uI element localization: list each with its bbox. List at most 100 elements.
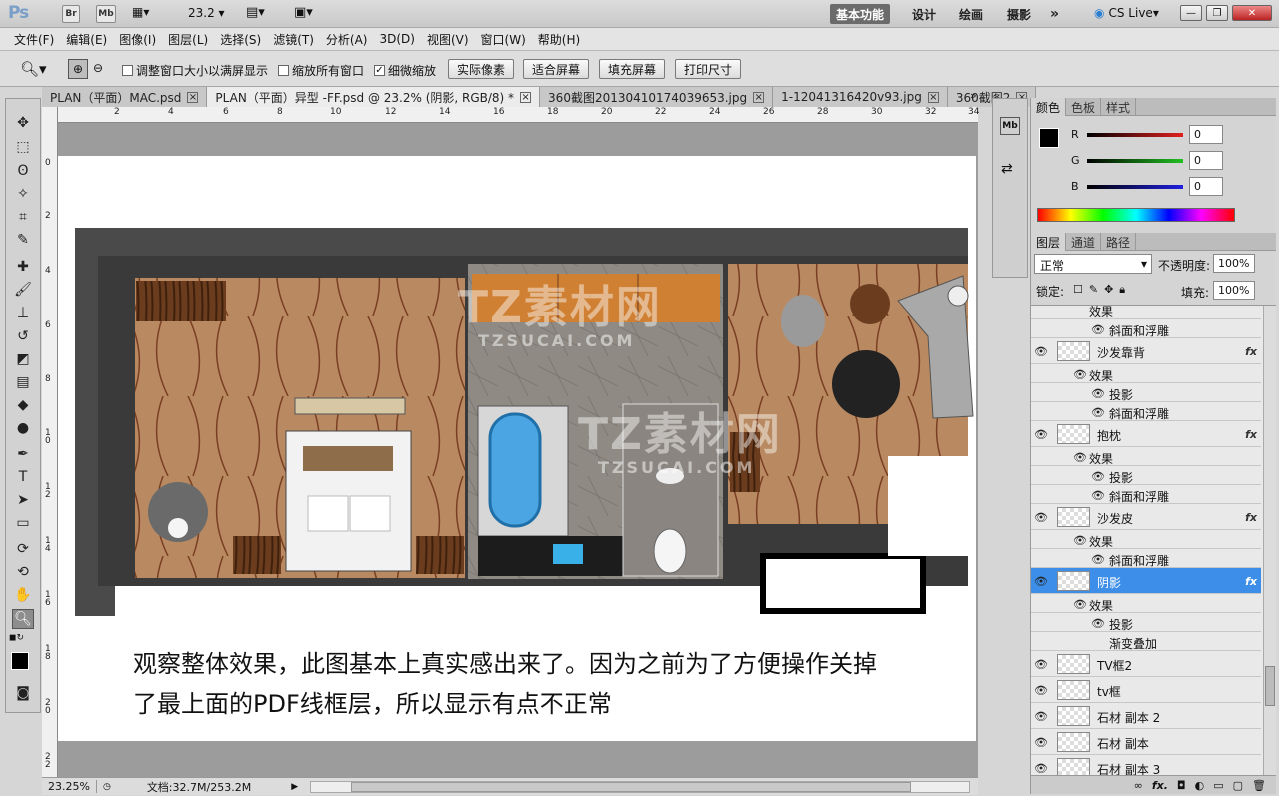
workspace-essentials[interactable]: 基本功能 — [830, 4, 891, 24]
visibility-eye-icon[interactable]: 👁︎ — [1073, 598, 1087, 611]
zoom-tool-preset-icon[interactable]: 🔍︎▾ — [20, 60, 47, 78]
visibility-eye-icon[interactable]: 👁︎ — [1034, 710, 1048, 723]
zoom-status[interactable]: 23.25% — [42, 780, 97, 793]
minimize-button[interactable]: — — [1180, 5, 1202, 21]
menu-view[interactable]: 视图(V) — [421, 31, 475, 48]
brush-tool-icon[interactable]: 🖌︎ — [12, 280, 34, 300]
default-colors-icon[interactable]: ◼↻ — [9, 633, 24, 643]
visibility-eye-icon[interactable]: 👁︎ — [1073, 451, 1087, 464]
canvas-area[interactable]: TZ素材网 TZSUCAI.COM TZ素材网 TZSUCAI.COM 观察整体… — [58, 123, 978, 777]
tab-swatches[interactable]: 色板 — [1066, 98, 1102, 116]
eyedropper-tool-icon[interactable]: ✎ — [12, 230, 34, 250]
channel-gradient[interactable] — [1087, 185, 1183, 189]
zoom-level-select[interactable]: 23.2 ▾ — [188, 6, 225, 20]
close-button[interactable]: ✕ — [1232, 5, 1272, 21]
3d-rotate-tool-icon[interactable]: ⟳ — [12, 539, 34, 559]
visibility-eye-icon[interactable]: 👁︎ — [1034, 684, 1048, 697]
layer-effect-row[interactable]: 渐变叠加 — [1031, 632, 1261, 651]
quick-select-tool-icon[interactable]: ✧ — [12, 184, 34, 204]
quick-mask-icon[interactable]: ◙ — [12, 683, 34, 703]
healing-brush-tool-icon[interactable]: ✚ — [12, 257, 34, 277]
hand-tool-icon[interactable]: ✋ — [12, 585, 34, 605]
menu-analysis[interactable]: 分析(A) — [320, 31, 374, 48]
workspace-design[interactable]: 设计 — [906, 4, 942, 24]
restore-button[interactable]: ❐ — [1206, 5, 1228, 21]
dodge-tool-icon[interactable]: ● — [12, 418, 34, 438]
blur-tool-icon[interactable]: ◆ — [12, 395, 34, 415]
tab-color[interactable]: 颜色 — [1031, 98, 1067, 116]
layer-effect-row[interactable]: 👁︎ 效果 — [1031, 447, 1261, 466]
layer-row[interactable]: 👁︎ tv框 — [1031, 677, 1261, 703]
fill-field[interactable]: 100% — [1213, 281, 1255, 300]
new-group-icon[interactable]: ▭ — [1213, 779, 1223, 792]
layer-row[interactable]: 👁︎ 石材 副本 3 — [1031, 755, 1261, 775]
3d-orbit-tool-icon[interactable]: ⟲ — [12, 562, 34, 582]
close-tab-icon[interactable]: × — [753, 91, 765, 103]
scrubby-zoom-checkbox[interactable]: ✓ 细微缩放 — [374, 62, 436, 79]
marquee-tool-icon[interactable]: ⬚ — [12, 137, 34, 157]
visibility-eye-icon[interactable]: 👁︎ — [1034, 736, 1048, 749]
scrollbar-thumb[interactable] — [1265, 666, 1275, 706]
visibility-eye-icon[interactable]: 👁︎ — [1034, 511, 1048, 524]
add-style-icon[interactable]: fx. — [1152, 779, 1168, 792]
layer-effect-row[interactable]: 👁︎ 斜面和浮雕 — [1031, 319, 1261, 338]
layer-effect-row[interactable]: 👁︎ 斜面和浮雕 — [1031, 402, 1261, 421]
visibility-eye-icon[interactable]: 👁︎ — [1091, 323, 1105, 336]
visibility-eye-icon[interactable]: 👁︎ — [1091, 553, 1105, 566]
menu-edit[interactable]: 编辑(E) — [60, 31, 113, 48]
opacity-field[interactable]: 100% — [1213, 254, 1255, 273]
tab-paths[interactable]: 路径 — [1101, 233, 1137, 251]
zoom-tool-icon[interactable]: 🔍︎ — [12, 609, 34, 629]
gradient-tool-icon[interactable]: ▤ — [12, 372, 34, 392]
new-layer-icon[interactable]: ▢ — [1233, 779, 1243, 792]
layer-effects-icon[interactable]: fx — [1245, 428, 1257, 441]
layer-effect-row[interactable]: 效果 — [1031, 306, 1261, 319]
bridge-button[interactable]: Br — [62, 5, 80, 23]
layer-effect-row[interactable]: 👁︎ 投影 — [1031, 613, 1261, 632]
layer-row[interactable]: 👁︎ TV框2 — [1031, 651, 1261, 677]
move-tool-icon[interactable]: ✥ — [12, 113, 34, 133]
green-channel-slider[interactable]: G 0 — [1071, 151, 1271, 172]
layer-effects-icon[interactable]: fx — [1245, 345, 1257, 358]
visibility-eye-icon[interactable]: 👁︎ — [1091, 470, 1105, 483]
blue-channel-slider[interactable]: B 0 — [1071, 177, 1271, 198]
delete-layer-icon[interactable]: 🗑︎ — [1252, 779, 1266, 792]
channel-gradient[interactable] — [1087, 159, 1183, 163]
document-canvas[interactable]: TZ素材网 TZSUCAI.COM TZ素材网 TZSUCAI.COM 观察整体… — [58, 156, 976, 741]
channel-gradient[interactable] — [1087, 133, 1183, 137]
tab-styles[interactable]: 样式 — [1101, 98, 1137, 116]
clone-stamp-tool-icon[interactable]: ⊥ — [12, 303, 34, 323]
visibility-eye-icon[interactable]: 👁︎ — [1034, 575, 1048, 588]
red-value-field[interactable]: 0 — [1189, 125, 1223, 144]
arrange-documents-icon[interactable]: ▤▾ — [246, 5, 265, 20]
foreground-color-swatch[interactable] — [11, 652, 29, 670]
layer-effect-row[interactable]: 👁︎ 效果 — [1031, 530, 1261, 549]
menu-file[interactable]: 文件(F) — [8, 31, 60, 48]
actual-pixels-button[interactable]: 实际像素 — [448, 59, 515, 79]
layer-row[interactable]: 👁︎ 抱枕 fx — [1031, 421, 1261, 447]
mini-bridge-button[interactable]: Mb — [96, 5, 116, 23]
zoom-all-windows-checkbox[interactable]: 缩放所有窗口 — [278, 62, 364, 79]
visibility-eye-icon[interactable]: 👁︎ — [1091, 387, 1105, 400]
layer-row[interactable]: 👁︎ 石材 副本 2 — [1031, 703, 1261, 729]
add-mask-icon[interactable]: ◘ — [1177, 779, 1186, 792]
eraser-tool-icon[interactable]: ◩ — [12, 349, 34, 369]
layer-effects-icon[interactable]: fx — [1245, 511, 1257, 524]
red-channel-slider[interactable]: R 0 — [1071, 125, 1271, 146]
type-tool-icon[interactable]: T — [12, 467, 34, 487]
menu-select[interactable]: 选择(S) — [214, 31, 267, 48]
foreground-color-swatch[interactable] — [1039, 128, 1059, 148]
layer-effect-row[interactable]: 👁︎ 效果 — [1031, 594, 1261, 613]
visibility-eye-icon[interactable]: 👁︎ — [1091, 406, 1105, 419]
tab-document[interactable]: PLAN（平面）MAC.psd × — [42, 87, 208, 107]
tab-layers[interactable]: 图层 — [1031, 233, 1067, 251]
visibility-eye-icon[interactable]: 👁︎ — [1034, 345, 1048, 358]
close-tab-icon[interactable]: × — [927, 91, 939, 103]
lock-options-icon[interactable]: ☐✎✥🔒︎ — [1073, 283, 1131, 297]
fit-screen-button[interactable]: 适合屏幕 — [523, 59, 590, 79]
workspace-photography[interactable]: 摄影 — [1001, 4, 1037, 24]
tabs-overflow-icon[interactable]: » — [970, 89, 977, 102]
layer-row[interactable]: 👁︎ 沙发皮 fx — [1031, 504, 1261, 530]
blue-value-field[interactable]: 0 — [1189, 177, 1223, 196]
blend-mode-select[interactable]: 正常 ▾ — [1034, 254, 1152, 274]
